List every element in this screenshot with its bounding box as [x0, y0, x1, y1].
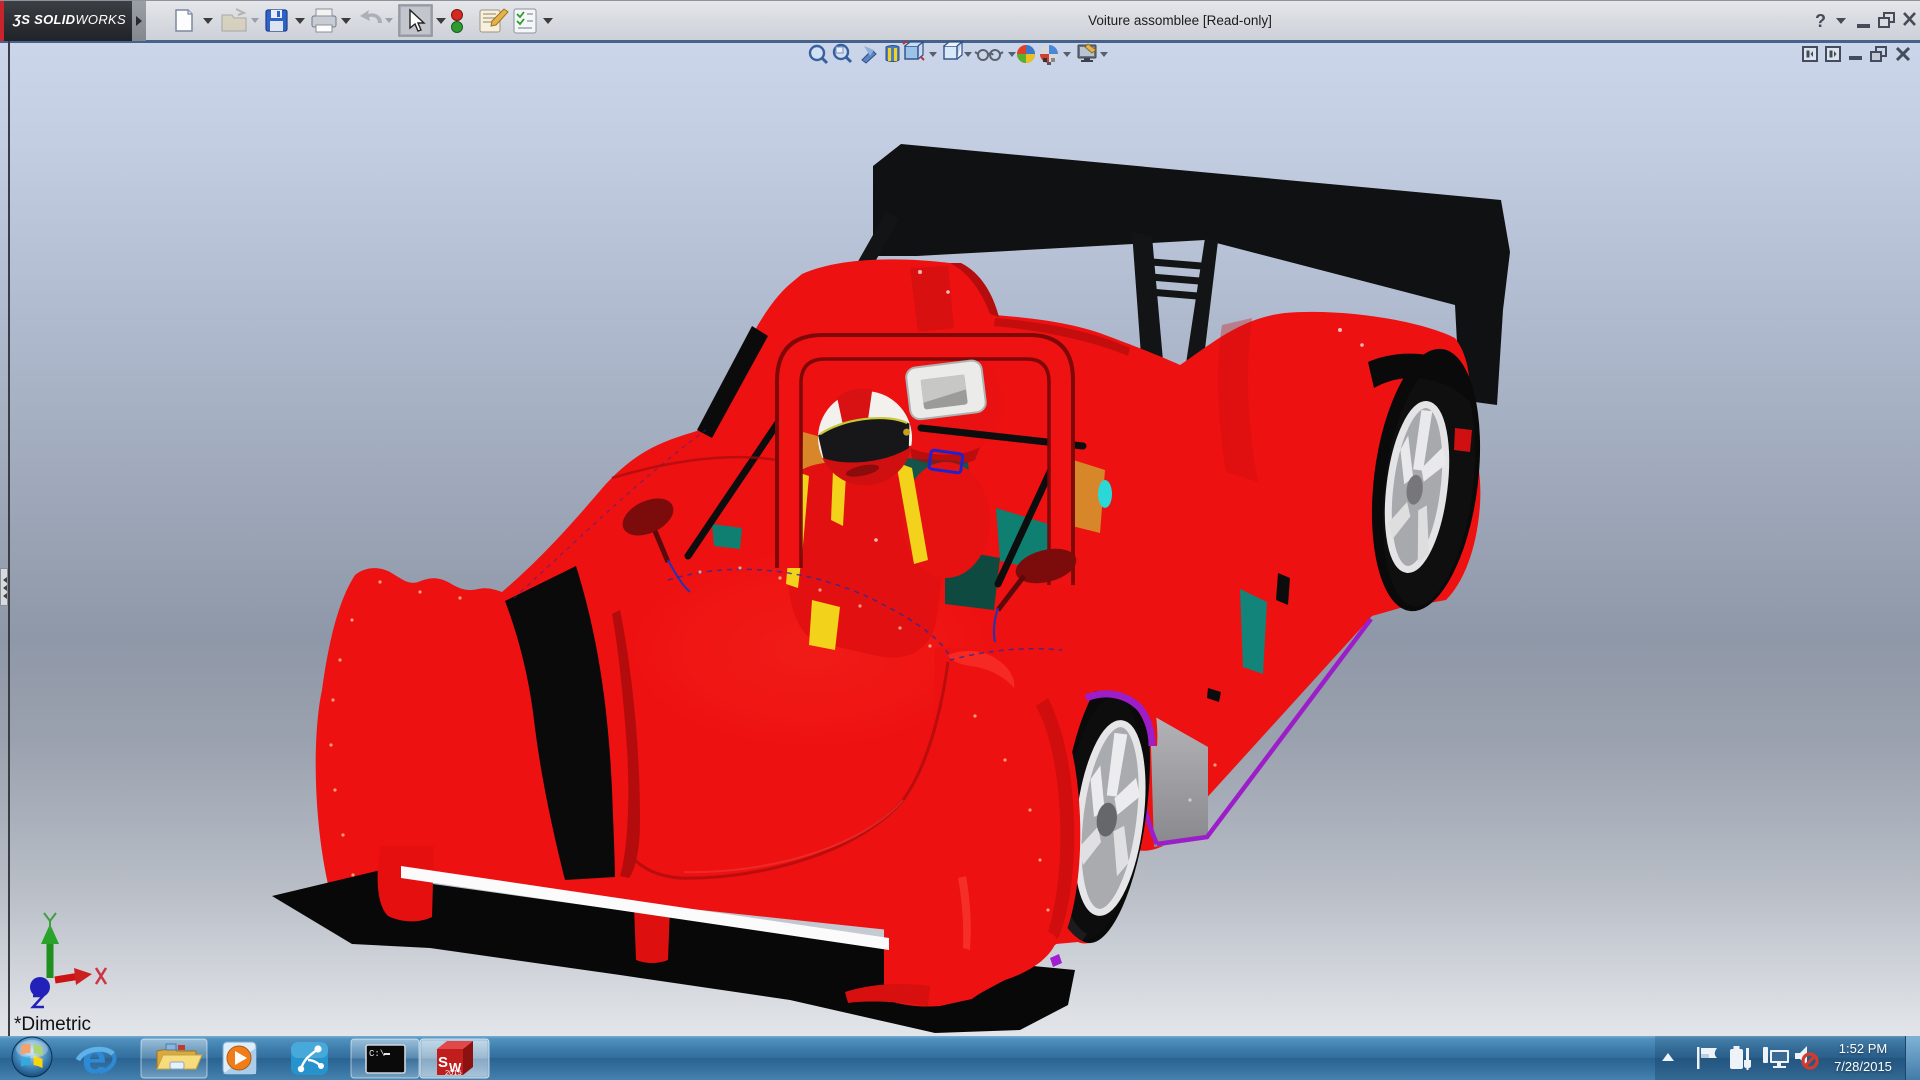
svg-text:C:\: C:\ [369, 1049, 385, 1059]
svg-text:2015: 2015 [445, 1068, 462, 1077]
svg-text:e: e [82, 1036, 106, 1080]
svg-text:*Dimetric: *Dimetric [14, 1014, 91, 1035]
svg-text:?: ? [1815, 11, 1826, 31]
